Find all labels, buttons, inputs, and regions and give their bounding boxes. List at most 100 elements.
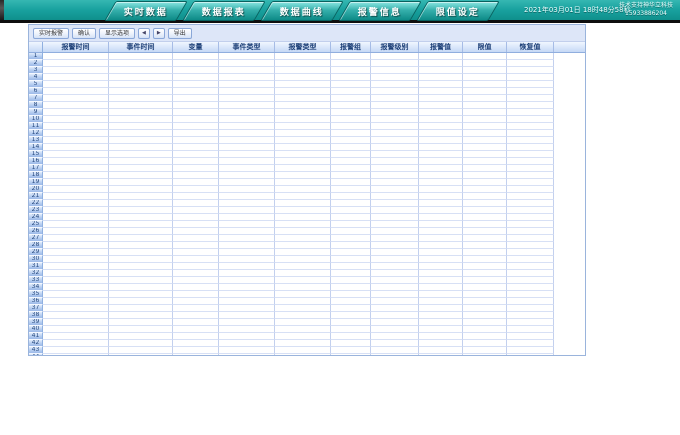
table-row[interactable]: 19: [29, 179, 585, 186]
table-row[interactable]: 41: [29, 333, 585, 340]
table-row[interactable]: 13: [29, 137, 585, 144]
table-row[interactable]: 39: [29, 319, 585, 326]
row-number-cell[interactable]: 27: [29, 235, 43, 242]
row-number-cell[interactable]: 20: [29, 186, 43, 193]
row-number-cell[interactable]: 15: [29, 151, 43, 158]
table-row[interactable]: 1: [29, 53, 585, 60]
row-number-cell[interactable]: 5: [29, 81, 43, 88]
row-number-cell[interactable]: 23: [29, 207, 43, 214]
toolbar-button-2[interactable]: 显示选项: [99, 28, 135, 39]
row-number-cell[interactable]: 1: [29, 53, 43, 60]
row-number-cell[interactable]: 11: [29, 123, 43, 130]
table-row[interactable]: 11: [29, 123, 585, 130]
table-row[interactable]: 14: [29, 144, 585, 151]
table-row[interactable]: 44: [29, 354, 585, 356]
nav-arrow-button[interactable]: ▶: [153, 28, 165, 39]
table-row[interactable]: 31: [29, 263, 585, 270]
table-row[interactable]: 29: [29, 249, 585, 256]
table-row[interactable]: 6: [29, 88, 585, 95]
table-row[interactable]: 9: [29, 109, 585, 116]
row-number-cell[interactable]: 36: [29, 298, 43, 305]
row-number-cell[interactable]: 42: [29, 340, 43, 347]
row-number-cell[interactable]: 34: [29, 284, 43, 291]
table-row[interactable]: 34: [29, 284, 585, 291]
table-row[interactable]: 28: [29, 242, 585, 249]
row-number-cell[interactable]: 41: [29, 333, 43, 340]
table-row[interactable]: 20: [29, 186, 585, 193]
table-row[interactable]: 42: [29, 340, 585, 347]
row-number-cell[interactable]: 38: [29, 312, 43, 319]
row-number-cell[interactable]: 44: [29, 354, 43, 356]
row-number-cell[interactable]: 35: [29, 291, 43, 298]
row-number-cell[interactable]: 9: [29, 109, 43, 116]
row-number-cell[interactable]: 8: [29, 102, 43, 109]
table-row[interactable]: 35: [29, 291, 585, 298]
row-number-cell[interactable]: 24: [29, 214, 43, 221]
table-row[interactable]: 8: [29, 102, 585, 109]
table-row[interactable]: 24: [29, 214, 585, 221]
table-row[interactable]: 18: [29, 172, 585, 179]
table-row[interactable]: 38: [29, 312, 585, 319]
tab-4[interactable]: 限值设定: [416, 1, 500, 21]
table-row[interactable]: 23: [29, 207, 585, 214]
row-number-cell[interactable]: 2: [29, 60, 43, 67]
row-number-cell[interactable]: 4: [29, 74, 43, 81]
table-cell: [275, 340, 331, 347]
table-row[interactable]: 12: [29, 130, 585, 137]
row-number-cell[interactable]: 30: [29, 256, 43, 263]
tab-0[interactable]: 实时数据: [104, 1, 188, 21]
table-row[interactable]: 33: [29, 277, 585, 284]
table-row[interactable]: 22: [29, 200, 585, 207]
row-number-cell[interactable]: 21: [29, 193, 43, 200]
table-row[interactable]: 5: [29, 81, 585, 88]
table-row[interactable]: 37: [29, 305, 585, 312]
row-number-cell[interactable]: 43: [29, 347, 43, 354]
table-row[interactable]: 10: [29, 116, 585, 123]
toolbar-button-1[interactable]: 确认: [72, 28, 96, 39]
table-row[interactable]: 40: [29, 326, 585, 333]
tab-1[interactable]: 数据报表: [182, 1, 266, 21]
row-number-cell[interactable]: 16: [29, 158, 43, 165]
table-row[interactable]: 3: [29, 67, 585, 74]
table-row[interactable]: 43: [29, 347, 585, 354]
row-number-cell[interactable]: 18: [29, 172, 43, 179]
row-number-cell[interactable]: 3: [29, 67, 43, 74]
nav-arrow-button[interactable]: ◀: [138, 28, 150, 39]
row-number-cell[interactable]: 12: [29, 130, 43, 137]
row-number-cell[interactable]: 28: [29, 242, 43, 249]
row-number-cell[interactable]: 39: [29, 319, 43, 326]
table-row[interactable]: 36: [29, 298, 585, 305]
row-number-cell[interactable]: 37: [29, 305, 43, 312]
table-row[interactable]: 21: [29, 193, 585, 200]
row-number-cell[interactable]: 33: [29, 277, 43, 284]
toolbar-button-0[interactable]: 实时报警: [33, 28, 69, 39]
row-number-cell[interactable]: 6: [29, 88, 43, 95]
tab-3[interactable]: 报警信息: [338, 1, 422, 21]
row-number-cell[interactable]: 19: [29, 179, 43, 186]
row-number-cell[interactable]: 32: [29, 270, 43, 277]
table-row[interactable]: 26: [29, 228, 585, 235]
row-number-cell[interactable]: 31: [29, 263, 43, 270]
row-number-cell[interactable]: 22: [29, 200, 43, 207]
table-row[interactable]: 16: [29, 158, 585, 165]
table-row[interactable]: 7: [29, 95, 585, 102]
table-row[interactable]: 4: [29, 74, 585, 81]
row-number-cell[interactable]: 25: [29, 221, 43, 228]
toolbar-button-5[interactable]: 导出: [168, 28, 192, 39]
row-number-cell[interactable]: 40: [29, 326, 43, 333]
table-row[interactable]: 32: [29, 270, 585, 277]
table-row[interactable]: 17: [29, 165, 585, 172]
row-number-cell[interactable]: 7: [29, 95, 43, 102]
row-number-cell[interactable]: 26: [29, 228, 43, 235]
row-number-cell[interactable]: 29: [29, 249, 43, 256]
row-number-cell[interactable]: 10: [29, 116, 43, 123]
row-number-cell[interactable]: 17: [29, 165, 43, 172]
table-row[interactable]: 27: [29, 235, 585, 242]
table-row[interactable]: 15: [29, 151, 585, 158]
table-row[interactable]: 2: [29, 60, 585, 67]
row-number-cell[interactable]: 14: [29, 144, 43, 151]
table-row[interactable]: 30: [29, 256, 585, 263]
table-row[interactable]: 25: [29, 221, 585, 228]
tab-2[interactable]: 数据曲线: [260, 1, 344, 21]
row-number-cell[interactable]: 13: [29, 137, 43, 144]
